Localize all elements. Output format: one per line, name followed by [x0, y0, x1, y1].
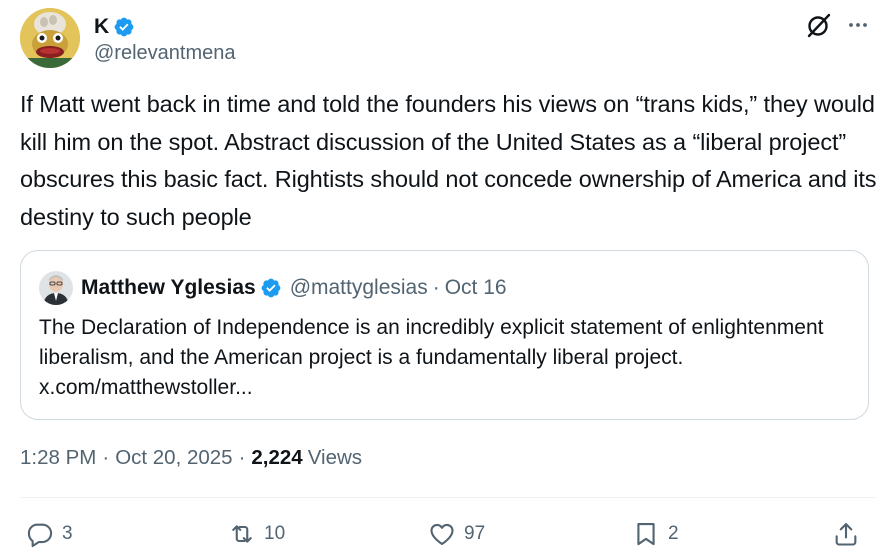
repost-icon — [232, 525, 252, 543]
verified-badge-icon — [114, 17, 134, 37]
author-name[interactable]: K — [94, 15, 109, 39]
quote-author-avatar[interactable] — [39, 271, 73, 305]
action-bar: 3 10 97 2 — [0, 514, 896, 554]
tweet-meta: 1:28 PM · Oct 20, 2025 · 2,224 Views — [20, 446, 362, 470]
verified-badge-icon — [261, 278, 281, 298]
quote-date[interactable]: Oct 16 — [445, 276, 507, 300]
like-icon — [430, 523, 454, 545]
reply-button[interactable]: 3 — [26, 514, 73, 554]
quoted-tweet[interactable]: Matthew Yglesias @mattyglesias · Oct 16 … — [20, 250, 869, 420]
divider — [20, 497, 876, 498]
author-avatar[interactable] — [20, 8, 80, 68]
quote-text: The Declaration of Independence is an in… — [39, 316, 824, 399]
reply-icon — [27, 523, 53, 548]
views-label: Views — [307, 446, 363, 469]
bookmark-count: 2 — [668, 523, 679, 544]
meta-separator: · — [102, 446, 110, 469]
bookmark-icon — [637, 523, 655, 546]
tweet-time[interactable]: 1:28 PM — [20, 446, 96, 470]
like-button[interactable]: 97 — [428, 514, 485, 554]
like-count: 97 — [464, 523, 486, 544]
bookmark-button[interactable]: 2 — [632, 514, 679, 554]
author-handle[interactable]: @relevantmena — [94, 42, 235, 65]
quote-author-handle[interactable]: @mattyglesias — [290, 276, 428, 300]
tweet-date[interactable]: Oct 20, 2025 — [115, 446, 232, 470]
tweet-text: If Matt went back in time and told the f… — [20, 91, 877, 230]
more-icon[interactable] — [846, 13, 870, 37]
share-button[interactable] — [832, 514, 860, 554]
grok-icon[interactable] — [806, 12, 832, 38]
reply-count: 3 — [62, 523, 73, 544]
quote-author-name[interactable]: Matthew Yglesias — [81, 276, 256, 300]
share-icon — [835, 523, 857, 546]
repost-button[interactable]: 10 — [228, 514, 285, 554]
repost-count: 10 — [264, 523, 286, 544]
views-count: 2,224 — [251, 446, 303, 469]
meta-separator: · — [238, 446, 246, 469]
quote-separator: · — [432, 276, 440, 299]
tweet-header: K @relevantmena — [20, 6, 876, 68]
